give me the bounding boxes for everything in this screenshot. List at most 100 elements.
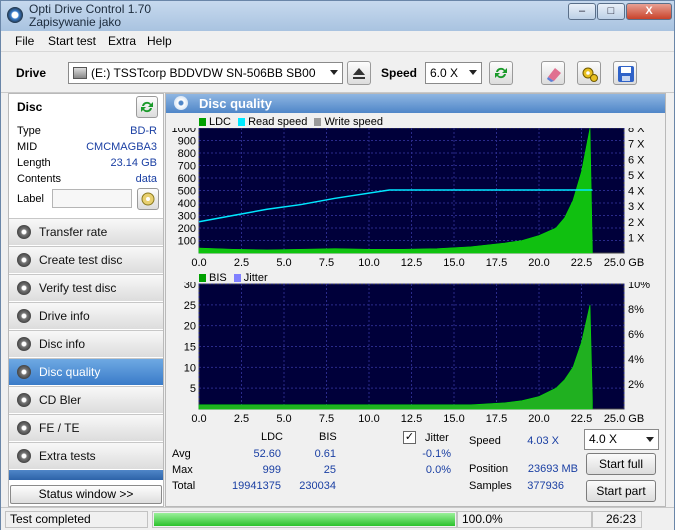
menu-bar: File Start test Extra Help	[1, 31, 674, 52]
y2-tick-label: 6%	[628, 329, 644, 341]
eject-icon	[353, 68, 365, 79]
refresh-speed-button[interactable]	[489, 61, 513, 85]
y2-tick-label: 4%	[628, 354, 644, 366]
row-total-label: Total	[172, 480, 196, 492]
settings-button[interactable]	[577, 61, 601, 85]
bis-swatch	[199, 274, 206, 282]
x-tick-label: 0.0	[191, 413, 206, 425]
status-bar: Test completed 100.0% 26:23	[1, 507, 674, 530]
x-tick-label: 7.5	[319, 413, 334, 425]
y2-tick-label: 2%	[628, 379, 644, 391]
panel-header: Disc quality	[166, 94, 665, 113]
erase-button[interactable]	[541, 61, 565, 85]
col-ldc: LDC	[261, 431, 284, 443]
nav-extra-tests[interactable]: Extra tests	[9, 442, 163, 469]
x-tick-label: 12.5	[401, 413, 422, 425]
status-text: Test completed	[5, 511, 148, 528]
nav-transfer-rate[interactable]: Transfer rate	[9, 218, 163, 245]
app-icon	[7, 7, 23, 23]
menu-start-test[interactable]: Start test	[48, 34, 96, 48]
y-tick-label: 20	[184, 321, 196, 333]
y-tick-label: 5	[190, 383, 196, 395]
window-title: Opti Drive Control 1.70 Zapisywanie jako	[29, 3, 151, 29]
nav-label: Disc info	[39, 337, 86, 351]
status-window-button[interactable]: Status window >>	[10, 485, 162, 504]
legend-ldc: LDC	[209, 116, 232, 128]
disc-label-button[interactable]	[137, 188, 159, 210]
nav-label: FE / TE	[39, 421, 80, 435]
y-tick-label: 700	[178, 161, 196, 173]
menu-file[interactable]: File	[15, 34, 34, 48]
speed-label: Speed	[381, 66, 418, 80]
disc-type-value: BD-R	[130, 125, 157, 137]
jitter-swatch	[233, 274, 241, 282]
start-full-button[interactable]: Start full	[586, 453, 656, 475]
x-tick-label: 10.0	[358, 257, 379, 269]
floppy-icon	[618, 66, 634, 82]
drive-info-icon	[17, 309, 31, 323]
x-tick-label: 25.0 GB	[604, 257, 644, 269]
eraser-icon	[547, 68, 561, 82]
maximize-button[interactable]: □	[597, 3, 625, 20]
disc-icon	[141, 192, 155, 206]
nav-disc-quality[interactable]: Disc quality	[9, 358, 163, 385]
close-button[interactable]: X	[626, 3, 672, 20]
nav-create-test-disc[interactable]: Create test disc	[9, 246, 163, 273]
write-speed-swatch	[314, 118, 322, 126]
progress-percent: 100.0%	[457, 511, 592, 528]
col-jitter: Jitter	[425, 432, 449, 444]
y2-tick-label: 10%	[628, 282, 650, 291]
y2-tick-label: 1 X	[628, 232, 645, 244]
nav-label: Verify test disc	[39, 281, 117, 295]
elapsed-time: 26:23	[592, 511, 642, 528]
app-window: Opti Drive Control 1.70 Zapisywanie jako…	[0, 0, 675, 530]
row-avg-label: Avg	[172, 448, 191, 460]
x-tick-label: 22.5	[571, 257, 592, 269]
avg-jitter: -0.1%	[422, 448, 451, 460]
x-tick-label: 10.0	[358, 413, 379, 425]
legend-write-speed: Write speed	[324, 116, 383, 128]
y-tick-label: 10	[184, 362, 196, 374]
drive-select[interactable]: (E:) TSSTcorp BDDVDW SN-506BB SB00	[68, 62, 343, 84]
disc-contents-value: data	[135, 173, 157, 185]
samples-value: 377936	[527, 480, 564, 492]
disc-label-field[interactable]	[52, 189, 132, 208]
progress-bar	[152, 511, 457, 528]
eject-button[interactable]	[347, 61, 371, 85]
bis-chart: 0.0 2.5 5.0 7.5 10.0 12.5 15.0 17.5 20.0 22.5 25.0…	[184, 282, 650, 425]
gears-icon	[582, 67, 598, 82]
disc-header: Disc	[9, 94, 163, 120]
max-jitter: 0.0%	[425, 464, 451, 476]
avg-ldc: 52.60	[253, 448, 281, 460]
progress-fill	[154, 513, 455, 526]
y-tick-label: 900	[178, 136, 196, 148]
max-ldc: 999	[262, 464, 281, 476]
refresh-disc-button[interactable]	[136, 96, 158, 118]
save-button[interactable]	[613, 61, 637, 85]
test-speed-select[interactable]: 4.0 X	[584, 429, 659, 450]
nav-label: Transfer rate	[39, 225, 108, 239]
speed-select-value: 6.0 X	[430, 66, 459, 80]
nav-disc-info[interactable]: Disc info	[9, 330, 163, 357]
speed-select[interactable]: 6.0 X	[425, 62, 482, 84]
y2-tick-label: 5 X	[628, 170, 645, 182]
x-tick-label: 20.0	[528, 413, 549, 425]
menu-extra[interactable]: Extra	[108, 34, 136, 48]
speed-stat-value: 4.03 X	[527, 435, 559, 447]
minimize-button[interactable]: –	[568, 3, 596, 20]
nav-label: Drive info	[39, 309, 90, 323]
jitter-checkbox[interactable]: ✓	[403, 431, 416, 444]
position-label: Position	[469, 463, 509, 475]
disc-info-icon	[17, 337, 31, 351]
nav-drive-info[interactable]: Drive info	[9, 302, 163, 329]
disc-title: Disc	[17, 100, 43, 114]
title-bar[interactable]: Opti Drive Control 1.70 Zapisywanie jako…	[1, 1, 674, 31]
transfer-rate-icon	[17, 225, 31, 239]
nav-verify-test-disc[interactable]: Verify test disc	[9, 274, 163, 301]
disc-quality-icon	[17, 365, 31, 379]
start-part-button[interactable]: Start part	[586, 480, 656, 502]
nav-cd-bler[interactable]: CD Bler	[9, 386, 163, 413]
menu-help[interactable]: Help	[147, 34, 172, 48]
nav-fe-te[interactable]: FE / TE	[9, 414, 163, 441]
x-tick-label: 17.5	[486, 413, 507, 425]
